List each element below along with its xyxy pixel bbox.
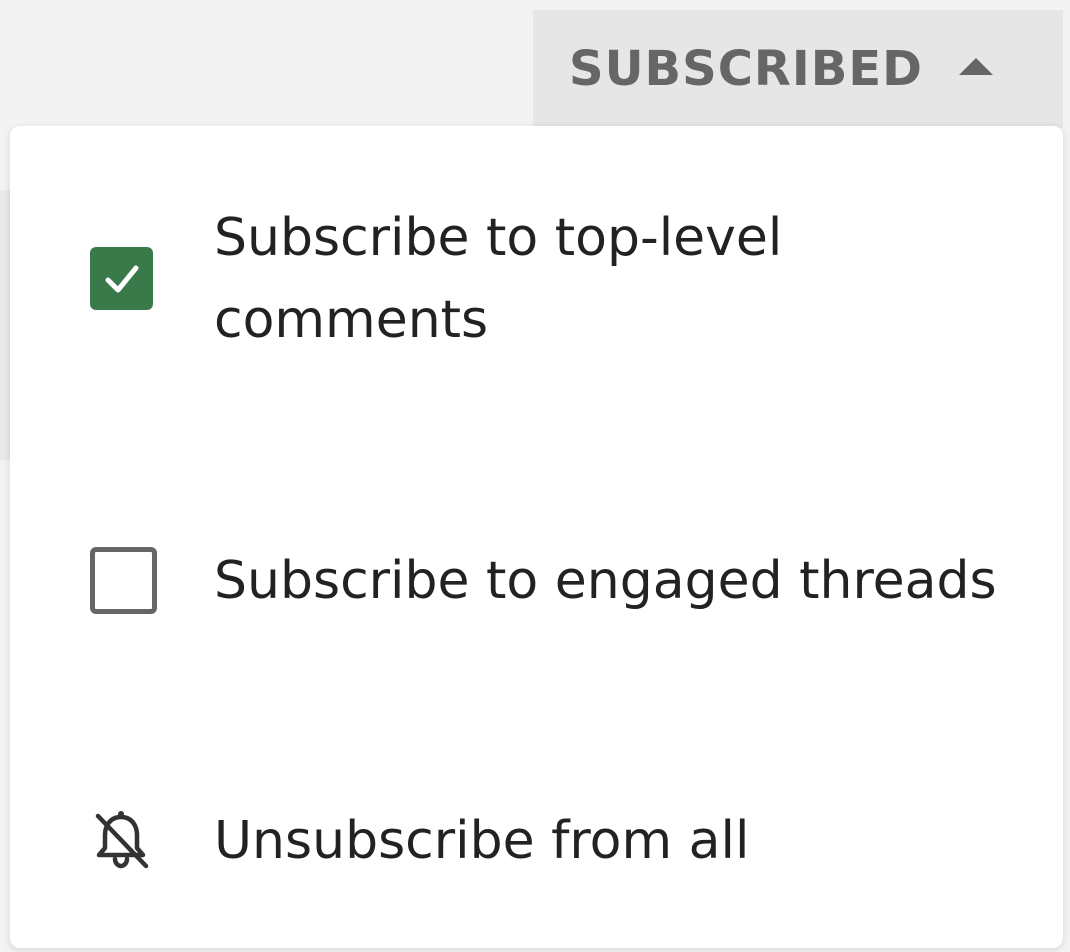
- page: SUBSCRIBED Subscribe to top-level commen…: [0, 0, 1070, 952]
- subscribed-dropdown-button[interactable]: SUBSCRIBED: [533, 10, 1063, 128]
- checkbox-unchecked-icon[interactable]: [90, 547, 157, 614]
- caret-up-icon: [958, 57, 993, 75]
- checkmark-icon: [105, 265, 138, 292]
- subscription-menu: Subscribe to top-level comments Subscrib…: [10, 126, 1063, 948]
- subscribed-label: SUBSCRIBED: [569, 41, 923, 97]
- menu-item-engaged-threads[interactable]: Subscribe to engaged threads: [10, 498, 1063, 663]
- menu-item-label: Subscribe to engaged threads: [214, 550, 997, 611]
- menu-item-top-level-comments[interactable]: Subscribe to top-level comments: [10, 196, 1063, 361]
- menu-item-unsubscribe-all[interactable]: Unsubscribe from all: [10, 786, 1063, 896]
- bell-off-icon: [95, 811, 149, 869]
- menu-item-label: Unsubscribe from all: [214, 811, 750, 871]
- checkbox-checked-icon[interactable]: [90, 247, 153, 310]
- menu-item-label: Subscribe to top-level comments: [214, 207, 783, 350]
